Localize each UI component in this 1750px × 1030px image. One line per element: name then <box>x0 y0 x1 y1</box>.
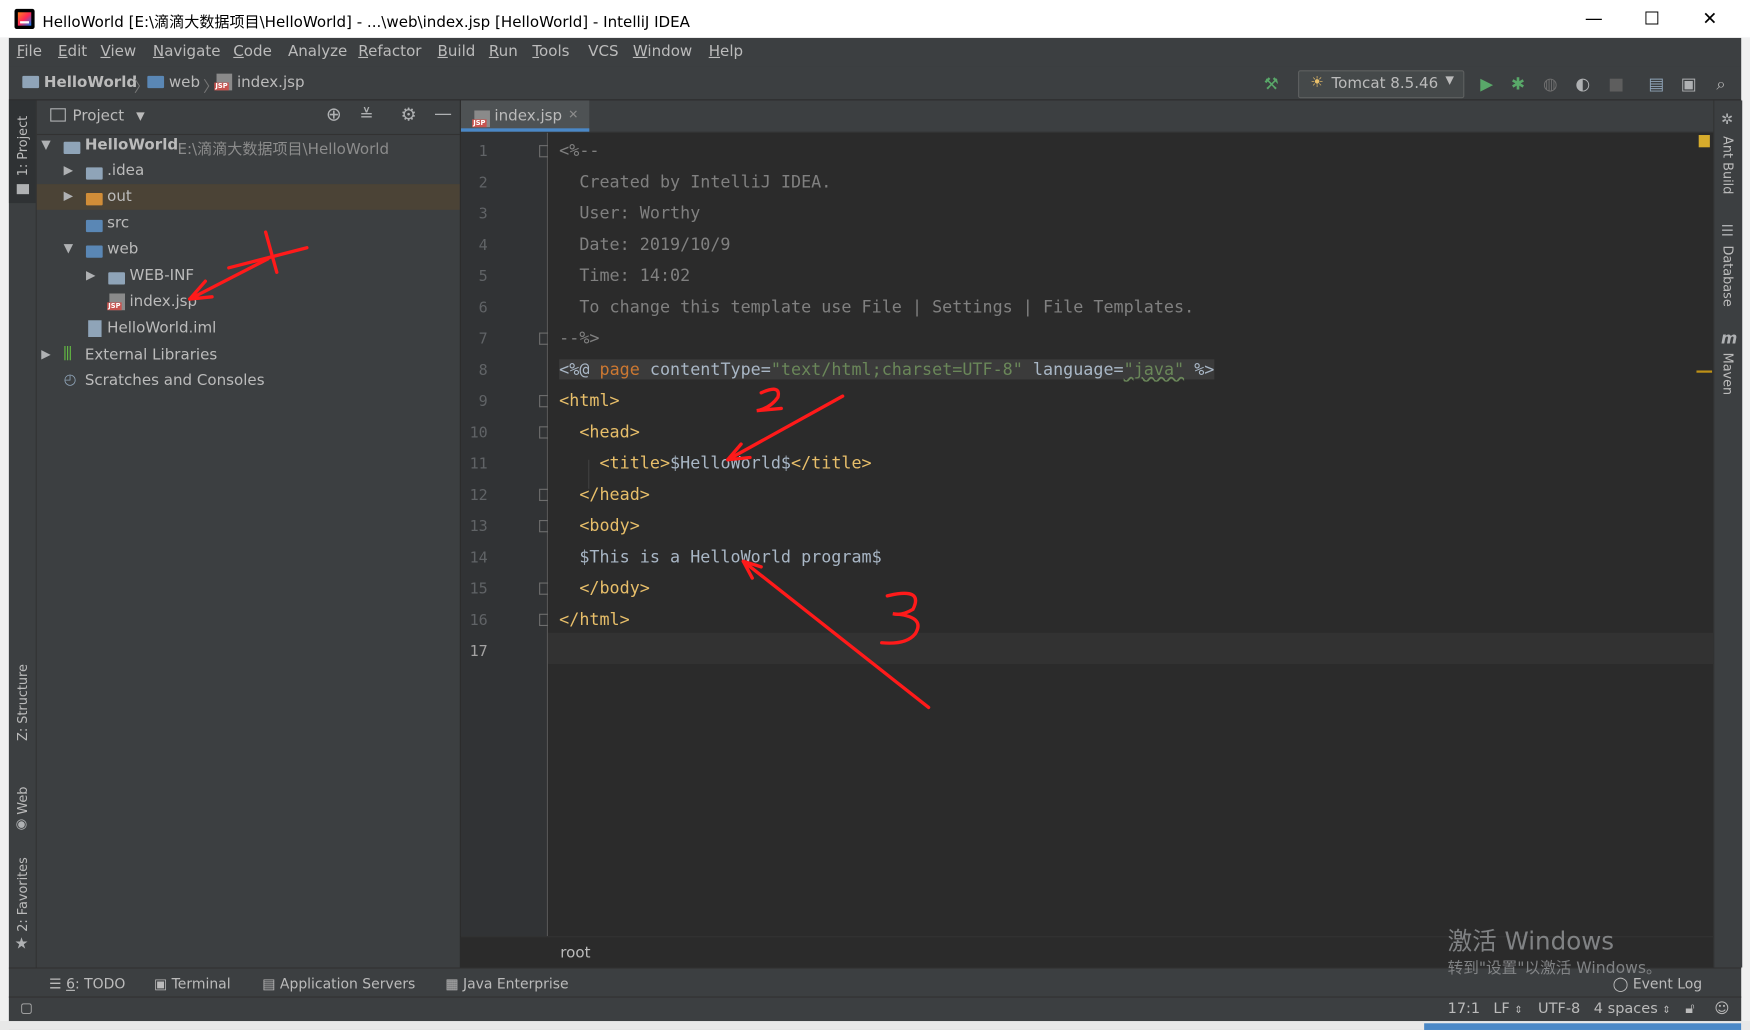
annotation-overlay <box>188 230 931 710</box>
status-bar: ▢ 17:1 LF ⇕ UTF-8 4 spaces ⇕ 🔓︎ ☺ <box>8 996 1742 1023</box>
tool-java-enterprise[interactable]: ▦ Java Enterprise <box>445 975 568 992</box>
java-ee-icon: ▦ <box>445 975 459 993</box>
list-icon: ☰ <box>49 975 62 993</box>
caret-position[interactable]: 17:1 <box>1448 1001 1481 1018</box>
annotation-digit-1-stroke <box>263 230 279 274</box>
inspector-icon[interactable]: ☺ <box>1714 1001 1729 1018</box>
terminal-icon: ▣ <box>154 975 168 993</box>
server-icon: ▤ <box>262 975 276 993</box>
line-separator[interactable]: LF ⇕ <box>1493 1001 1522 1018</box>
file-encoding[interactable]: UTF-8 <box>1538 1001 1580 1018</box>
taskbar-edge <box>0 1021 1750 1030</box>
toggle-tool-windows-icon[interactable]: ▢ <box>20 1000 33 1016</box>
tool-application-servers[interactable]: ▤ Application Servers <box>262 975 415 992</box>
indent-setting[interactable]: 4 spaces ⇕ <box>1594 1001 1671 1018</box>
lock-icon[interactable]: 🔓︎ <box>1685 1001 1694 1018</box>
activation-watermark-subtitle: 转到"设置"以激活 Windows。 <box>1447 959 1662 978</box>
annotation-digit-3 <box>880 591 920 645</box>
annotation-arrow-2 <box>726 394 845 462</box>
annotation-arrow-3 <box>741 559 931 710</box>
tool-terminal[interactable]: ▣ Terminal <box>154 975 231 992</box>
activation-watermark-title: 激活 Windows <box>1447 928 1615 957</box>
annotation-digit-2 <box>756 387 783 413</box>
tool-todo[interactable]: ☰ 6: TODO <box>49 975 125 992</box>
annotation-arrow-1 <box>188 257 270 301</box>
scrollbar-thumb[interactable] <box>1424 1023 1742 1030</box>
